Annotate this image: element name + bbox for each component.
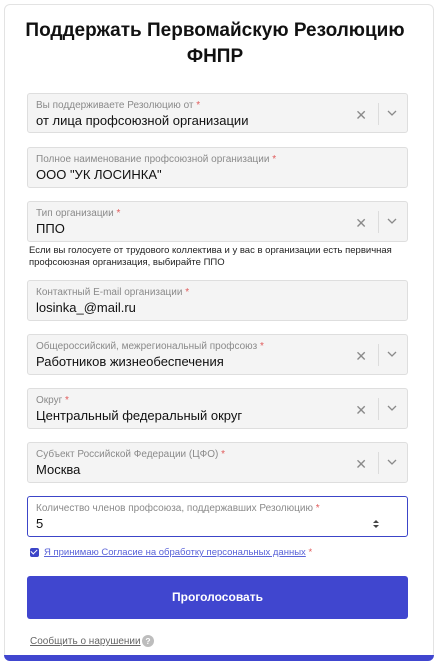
- divider: [378, 344, 379, 366]
- chevron-down-icon[interactable]: [385, 401, 399, 415]
- contact-email-input[interactable]: Контактный E-mail организации * losinka_…: [27, 280, 408, 321]
- clear-icon[interactable]: ✕: [355, 215, 367, 232]
- field-value: Работников жизнеобеспечения: [36, 354, 224, 369]
- members-count-input[interactable]: Количество членов профсоюза, поддержавши…: [27, 496, 408, 537]
- required-mark: *: [308, 547, 313, 558]
- vote-button[interactable]: Проголосовать: [27, 576, 408, 619]
- required-mark: *: [65, 395, 69, 406]
- divider: [378, 211, 379, 233]
- field-label: Округ: [36, 395, 63, 406]
- chevron-down-icon[interactable]: [385, 347, 399, 361]
- required-mark: *: [221, 449, 226, 460]
- field-value: Москва: [36, 462, 81, 477]
- field-value: 5: [36, 516, 44, 531]
- union-select[interactable]: Общероссийский, межрегиональный профсоюз…: [27, 334, 408, 375]
- number-stepper-icon[interactable]: [371, 517, 381, 531]
- required-mark: *: [260, 341, 264, 352]
- consent-link[interactable]: Я принимаю Согласие на обработку персона…: [44, 547, 306, 558]
- field-label: Контактный E-mail организации: [36, 287, 183, 298]
- clear-icon[interactable]: ✕: [355, 402, 367, 419]
- field-value: ООО "УК ЛОСИНКА": [36, 167, 162, 182]
- field-label: Количество членов профсоюза, поддержавши…: [36, 503, 313, 514]
- consent-checkbox[interactable]: [30, 547, 39, 557]
- card-bottom-accent: [4, 655, 434, 661]
- required-mark: *: [185, 287, 190, 298]
- organization-type-hint: Если вы голосуете от трудового коллектив…: [29, 245, 392, 268]
- chevron-down-icon[interactable]: [385, 106, 399, 120]
- divider: [378, 398, 379, 420]
- field-label: Вы поддерживаете Резолюцию от: [36, 100, 194, 111]
- chevron-down-icon[interactable]: [385, 214, 399, 228]
- help-icon[interactable]: ?: [142, 635, 154, 647]
- report-violation-link[interactable]: Сообщить о нарушении: [30, 636, 141, 647]
- field-label: Полное наименование профсоюзной организа…: [36, 154, 270, 165]
- field-value: от лица профсоюзной организации: [36, 113, 249, 128]
- required-mark: *: [196, 100, 201, 111]
- field-label: Субъект Российской Федерации (ЦФО): [36, 449, 219, 460]
- required-mark: *: [116, 208, 121, 219]
- consent-row[interactable]: Я принимаю Согласие на обработку персона…: [30, 547, 312, 558]
- divider: [378, 103, 379, 125]
- field-label: Общероссийский, межрегиональный профсоюз: [36, 341, 258, 352]
- field-value: losinka_@mail.ru: [36, 300, 136, 315]
- page-title: Поддержать Первомайскую Резолюцию ФНПР: [25, 20, 405, 67]
- organization-type-select[interactable]: Тип организации * ППО ✕: [27, 201, 408, 242]
- divider: [378, 452, 379, 474]
- district-select[interactable]: Округ * Центральный федеральный округ ✕: [27, 388, 408, 429]
- clear-icon[interactable]: ✕: [355, 107, 367, 124]
- field-value: ППО: [36, 221, 65, 236]
- clear-icon[interactable]: ✕: [355, 456, 367, 473]
- field-value: Центральный федеральный округ: [36, 408, 243, 423]
- required-mark: *: [315, 503, 320, 514]
- region-select[interactable]: Субъект Российской Федерации (ЦФО) * Мос…: [27, 442, 408, 483]
- clear-icon[interactable]: ✕: [355, 348, 367, 365]
- chevron-down-icon[interactable]: [385, 455, 399, 469]
- organization-name-input[interactable]: Полное наименование профсоюзной организа…: [27, 147, 408, 188]
- field-label: Тип организации: [36, 208, 114, 219]
- support-from-select[interactable]: Вы поддерживаете Резолюцию от * от лица …: [27, 93, 408, 133]
- required-mark: *: [272, 154, 277, 165]
